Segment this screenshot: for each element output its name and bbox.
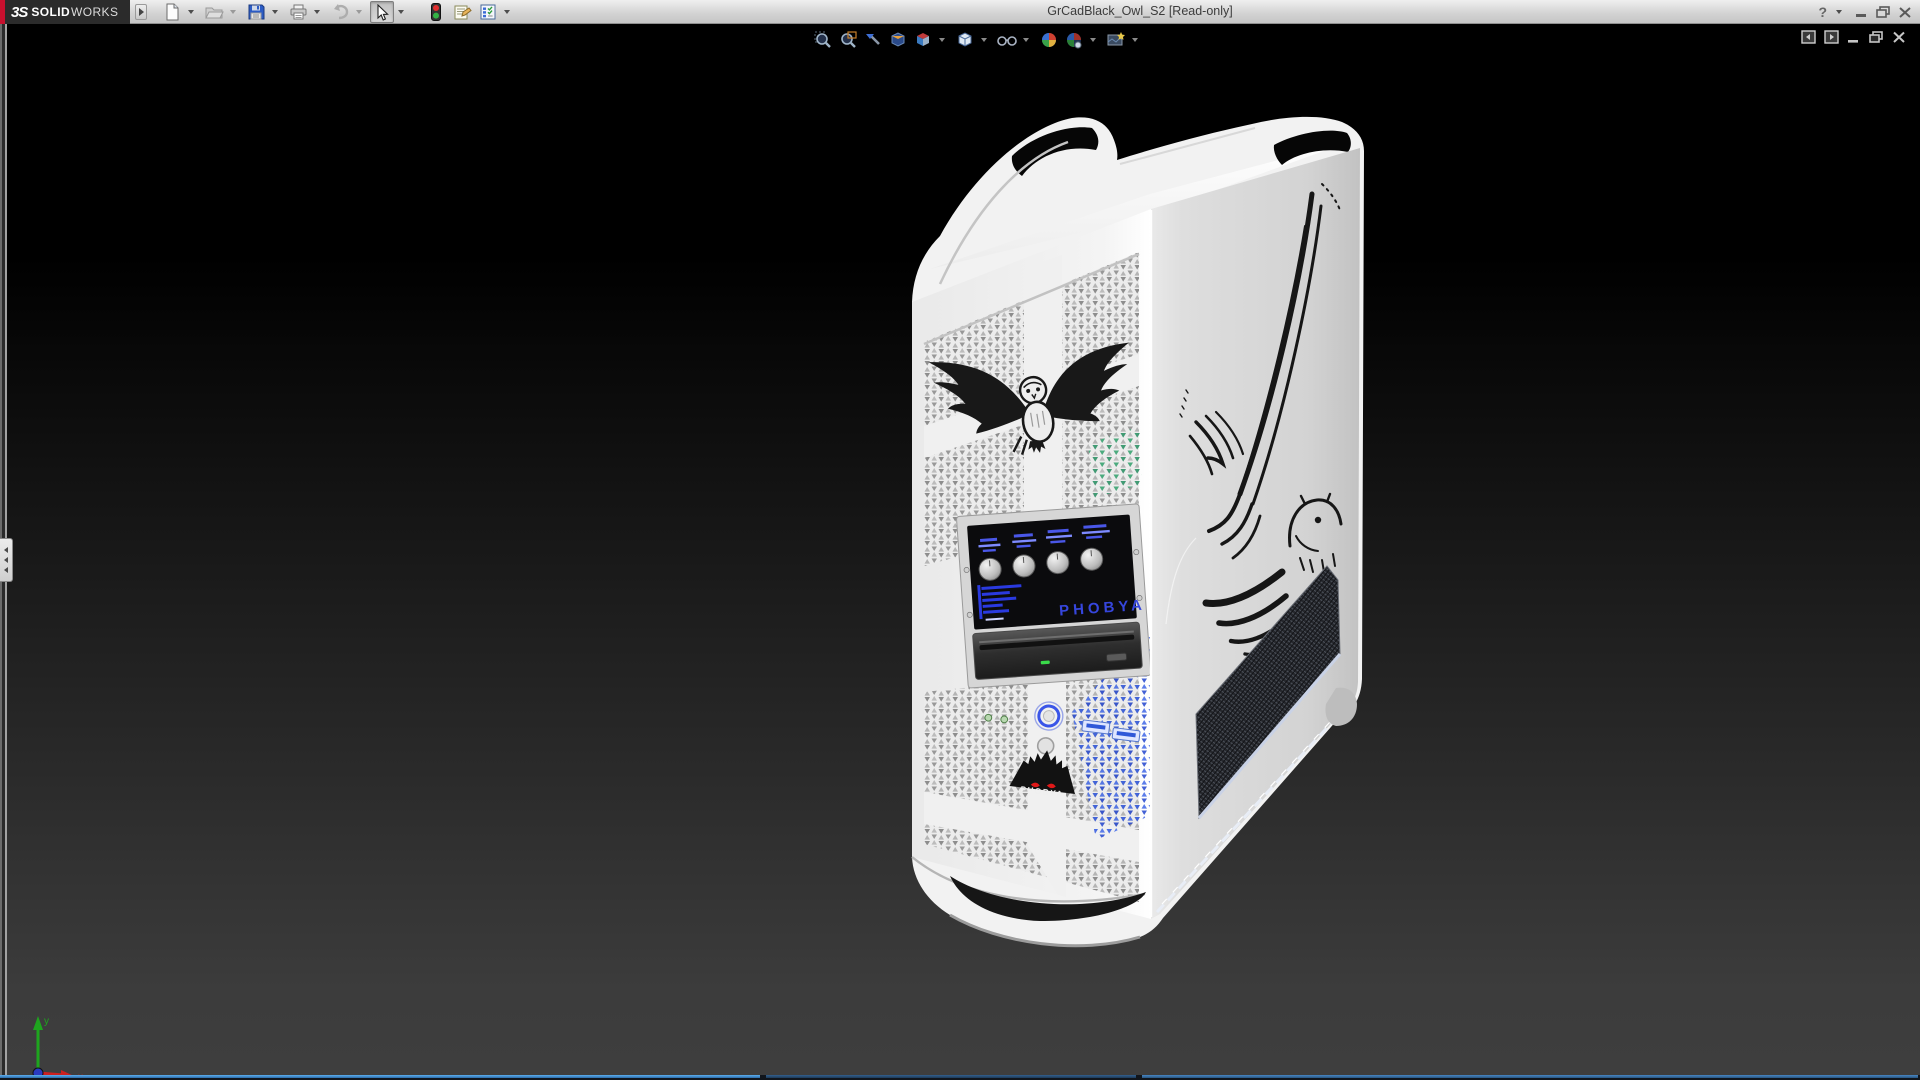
select-cursor-icon	[374, 4, 390, 21]
app-restore-button[interactable]	[1876, 6, 1891, 19]
help-button[interactable]: ?	[1818, 4, 1827, 20]
titlebar-right-controls: ?	[1818, 0, 1912, 24]
pc-case-model[interactable]: PHOBYA	[912, 117, 1364, 946]
select-button[interactable]	[370, 1, 394, 23]
drive-led-green	[1041, 660, 1050, 664]
print-icon	[289, 3, 308, 21]
help-dropdown[interactable]	[1834, 1, 1844, 23]
select-dropdown[interactable]	[396, 1, 406, 23]
power-led	[1001, 716, 1008, 723]
brand-works: WORKS	[71, 5, 118, 19]
save-floppy-icon	[247, 3, 265, 21]
drive-eject-button[interactable]	[1106, 653, 1126, 661]
taskbar-edge	[0, 1075, 1920, 1080]
brand-solid: SOLID	[31, 5, 70, 19]
save-button[interactable]	[244, 1, 268, 23]
graphics-viewport[interactable]: PHOBYA	[0, 24, 1920, 1075]
reset-button[interactable]	[1037, 737, 1055, 755]
titlebar: 3S SOLID WORKS	[0, 0, 1920, 24]
flyout-arrow-icon	[139, 8, 144, 16]
app-minimize-button[interactable]	[1855, 6, 1869, 18]
print-dropdown[interactable]	[312, 1, 322, 23]
print-button[interactable]	[286, 1, 310, 23]
options-checklist-icon	[479, 3, 498, 21]
options-button[interactable]	[476, 1, 500, 23]
new-dropdown[interactable]	[186, 1, 196, 23]
new-document-icon	[163, 3, 181, 21]
y-axis-arrow	[33, 1016, 43, 1030]
menu-flyout-button[interactable]	[135, 4, 147, 20]
file-properties-button[interactable]	[450, 1, 474, 23]
app-close-button[interactable]	[1898, 6, 1912, 19]
model-canvas[interactable]: PHOBYA	[0, 24, 1920, 1075]
triad-origin	[33, 1068, 43, 1075]
rebuild-button[interactable]	[424, 1, 448, 23]
panel-screw	[967, 612, 973, 618]
orientation-triad: y x z	[6, 1000, 116, 1075]
open-folder-icon	[205, 3, 224, 21]
panel-screw	[1134, 549, 1140, 555]
undo-button[interactable]	[328, 1, 352, 23]
taskbar-segment	[766, 1075, 1136, 1078]
open-dropdown[interactable]	[228, 1, 238, 23]
panel-screw	[1137, 595, 1143, 601]
undo-dropdown[interactable]	[354, 1, 364, 23]
hdd-led	[985, 714, 992, 721]
panel-screw	[964, 567, 970, 573]
file-properties-icon	[453, 3, 472, 21]
traffic-light-icon	[430, 3, 442, 21]
taskbar-segment	[1142, 1075, 1918, 1078]
undo-icon	[331, 3, 350, 21]
fan-controller-unit[interactable]: PHOBYA	[956, 504, 1151, 688]
save-dropdown[interactable]	[270, 1, 280, 23]
main-toolbar	[160, 0, 516, 24]
document-title: GrCadBlack_Owl_S2 [Read-only]	[1047, 4, 1233, 18]
new-document-button[interactable]	[160, 1, 184, 23]
y-axis-label: y	[44, 1016, 49, 1027]
solidworks-logo: 3S SOLID WORKS	[0, 0, 130, 24]
options-dropdown[interactable]	[502, 1, 512, 23]
taskbar-segment	[0, 1075, 760, 1078]
open-button[interactable]	[202, 1, 226, 23]
solidworks-3s-mark: 3S	[11, 4, 27, 21]
